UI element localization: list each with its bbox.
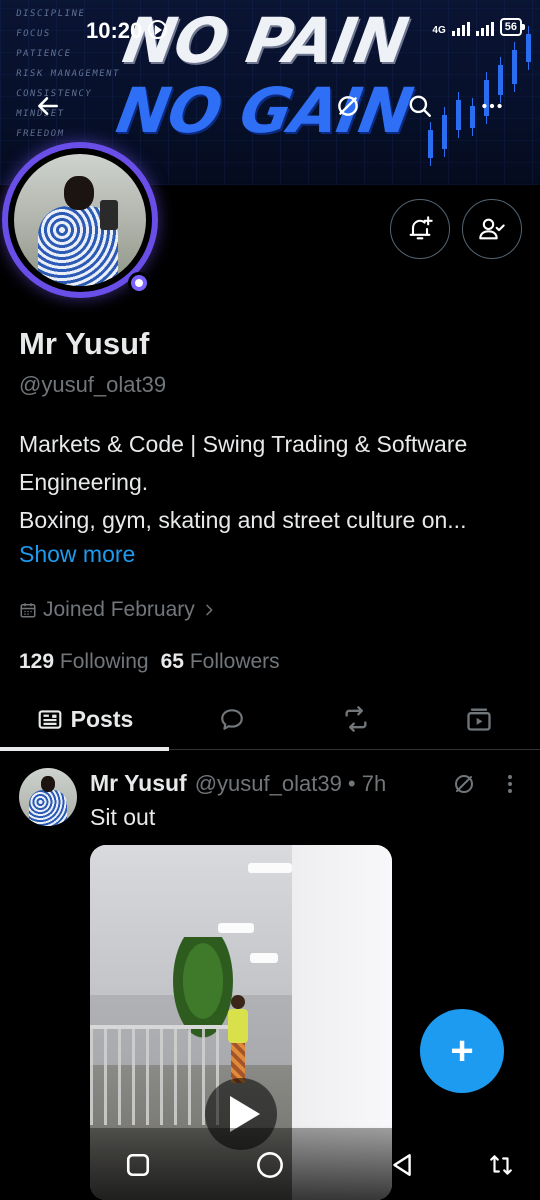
back-arrow-icon xyxy=(38,97,58,115)
verified-badge-icon xyxy=(128,272,150,294)
joined-label: Joined February xyxy=(43,598,195,621)
network-type: 4G xyxy=(432,25,446,36)
triangle-back-icon xyxy=(393,1154,411,1176)
post-grok-button[interactable] xyxy=(452,772,476,801)
system-navigation-bar xyxy=(0,1128,540,1200)
grok-button[interactable] xyxy=(326,84,370,128)
following-label: Following xyxy=(59,650,149,673)
calendar-icon xyxy=(20,603,36,618)
user-handle: @yusuf_olat39 xyxy=(19,372,167,397)
tab-reposts[interactable] xyxy=(294,688,418,750)
battery-icon: 56 xyxy=(499,18,526,36)
replies-icon xyxy=(221,709,243,730)
profile-tabs: Posts xyxy=(0,688,540,751)
post-more-button[interactable] xyxy=(500,772,520,801)
more-button[interactable] xyxy=(470,84,514,128)
display-name: Mr Yusuf xyxy=(19,326,150,361)
rotate-screen-button[interactable] xyxy=(484,1148,518,1182)
notifications-button[interactable] xyxy=(390,199,450,259)
status-bar: 10:20 4G 56 xyxy=(0,0,540,58)
back-button[interactable] xyxy=(26,84,70,128)
bio-line: Markets & Code | Swing Trading & Softwar… xyxy=(19,431,468,457)
follow-stats: 129 Following 65 Followers xyxy=(19,650,280,674)
banner-word: RISK MANAGEMENT xyxy=(15,69,121,79)
notification-bell-icon xyxy=(409,216,433,240)
recents-button[interactable] xyxy=(121,1148,155,1182)
tab-posts-label: Posts xyxy=(70,705,134,732)
signal-strength-icon xyxy=(451,20,470,36)
screen-record-icon xyxy=(148,20,167,39)
post-author-avatar[interactable] xyxy=(19,768,77,826)
banner-word: FREEDOM xyxy=(15,129,66,139)
active-tab-indicator xyxy=(0,747,169,751)
bio-line: Engineering. xyxy=(19,469,149,495)
tab-posts[interactable]: Posts xyxy=(0,688,170,751)
media-icon xyxy=(467,708,491,731)
post-text: Sit out xyxy=(90,804,156,830)
following-button[interactable] xyxy=(462,199,522,259)
post-author-name[interactable]: Mr Yusuf xyxy=(90,770,187,797)
status-indicators: 4G 56 xyxy=(432,18,526,36)
bio-line: Boxing, gym, skating and street culture … xyxy=(19,507,467,533)
grok-icon xyxy=(338,96,358,116)
tab-replies[interactable] xyxy=(170,688,294,750)
search-button[interactable] xyxy=(398,84,442,128)
rotate-icon xyxy=(490,1155,512,1175)
repost-icon xyxy=(345,706,367,732)
more-icon xyxy=(482,103,502,109)
following-count: 129 xyxy=(19,650,55,673)
search-icon xyxy=(409,95,431,117)
signal-strength-icon-2 xyxy=(475,20,494,36)
followers-link[interactable]: 65 Followers xyxy=(161,650,280,674)
show-more-link[interactable]: Show more xyxy=(19,541,135,568)
joined-date[interactable]: Joined February xyxy=(19,598,217,622)
grok-icon xyxy=(455,775,473,793)
compose-post-button[interactable]: + xyxy=(420,1009,504,1093)
more-vertical-icon xyxy=(508,775,512,793)
following-person-icon xyxy=(479,218,505,240)
followers-count: 65 xyxy=(160,650,184,673)
following-link[interactable]: 129 Following xyxy=(19,650,149,674)
system-back-button[interactable] xyxy=(385,1148,419,1182)
followers-label: Followers xyxy=(189,650,280,673)
square-icon xyxy=(126,1153,150,1177)
plus-icon: + xyxy=(450,1029,474,1073)
posts-tab-icon xyxy=(38,710,62,729)
profile-bio: Markets & Code | Swing Trading & Softwar… xyxy=(19,425,524,539)
tab-media[interactable] xyxy=(418,688,540,750)
status-time: 10:20 xyxy=(86,18,143,43)
banner-line-2: NO GAIN xyxy=(111,74,418,147)
avatar-photo xyxy=(14,154,146,286)
circle-icon xyxy=(257,1152,283,1178)
post-meta: @yusuf_olat39 • 7h xyxy=(194,771,387,796)
home-button[interactable] xyxy=(253,1148,287,1182)
chevron-right-icon xyxy=(206,604,213,616)
post-header: Mr Yusuf @yusuf_olat39 • 7h xyxy=(90,770,386,797)
